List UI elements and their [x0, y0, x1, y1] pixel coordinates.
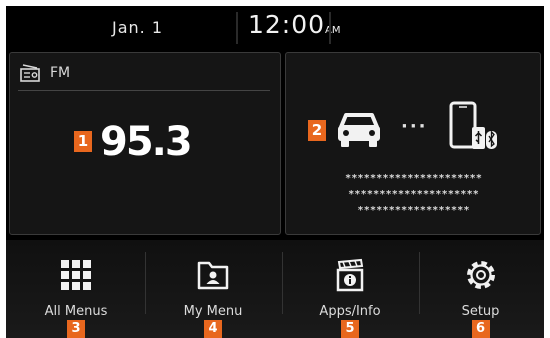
menu-label: All Menus [44, 304, 108, 319]
setup-button[interactable]: Setup 6 [420, 240, 541, 338]
menu-label: Setup [461, 304, 500, 319]
bottom-menu-bar: All Menus 3 My Menu 4 Apps/Info 5 Setup … [6, 240, 544, 338]
clock-display: 12:00AM [248, 10, 341, 39]
phone-connection-widget[interactable]: 2 ··· ********************** ***********… [285, 52, 541, 235]
device-name-line: ********************** [345, 173, 483, 184]
grid-icon [61, 260, 91, 290]
status-divider [236, 12, 238, 44]
device-name-line: ****************** [357, 205, 471, 216]
gear-icon [466, 261, 495, 289]
all-menus-button[interactable]: All Menus 3 [9, 240, 143, 338]
folder-user-icon [197, 261, 229, 290]
radio-frequency: 95.3 [100, 119, 193, 165]
callout-badge-3: 3 [67, 320, 85, 338]
device-name-line: ********************* [348, 189, 480, 200]
callout-badge-5: 5 [341, 320, 359, 338]
my-menu-button[interactable]: My Menu 4 [146, 240, 280, 338]
callout-badge-2: 2 [308, 120, 326, 141]
apps-info-button[interactable]: Apps/Info 5 [283, 240, 417, 338]
connection-dots: ··· [401, 116, 428, 137]
status-bar: Jan. 1 12:00AM [6, 6, 544, 50]
radio-icon [20, 64, 40, 82]
radio-widget[interactable]: FM 1 95.3 [9, 52, 281, 235]
apps-info-icon [336, 258, 364, 292]
head-unit-screen: Jan. 1 12:00AM FM 1 95.3 2 ··· *********… [6, 6, 544, 338]
callout-badge-1: 1 [74, 131, 92, 152]
callout-badge-4: 4 [204, 320, 222, 338]
divider [18, 90, 270, 91]
phone-usb-bluetooth-icon [449, 101, 497, 149]
menu-label: Apps/Info [319, 304, 381, 319]
callout-badge-6: 6 [471, 320, 490, 338]
menu-label: My Menu [183, 304, 243, 319]
date-display: Jan. 1 [112, 18, 164, 37]
radio-band: FM [50, 65, 71, 81]
status-divider [329, 12, 331, 44]
car-icon [338, 113, 380, 147]
